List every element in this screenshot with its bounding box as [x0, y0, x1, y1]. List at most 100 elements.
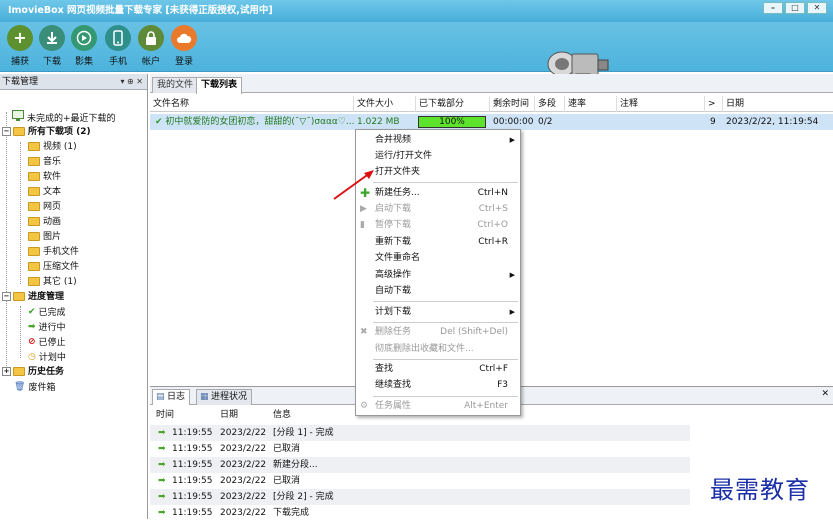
tree-item-progress[interactable]: − 进度管理 [2, 290, 64, 305]
col-count[interactable]: > [705, 96, 723, 112]
window-controls: – □ ✕ [763, 2, 827, 14]
tab-log[interactable]: ▤ 日志 [152, 389, 191, 405]
tree-item-history[interactable]: + 历史任务 [2, 365, 64, 380]
menu-schedule[interactable]: 计划下载 ▶ [356, 304, 520, 320]
menu-start-download[interactable]: ▶ 启动下载 Ctrl+S [356, 201, 520, 217]
col-size[interactable]: 文件大小 [354, 96, 416, 112]
tree-label: 手机文件 [43, 247, 80, 257]
collapse-icon[interactable]: − [2, 292, 11, 301]
log-row: ➡ 11:19:55 2023/2/22 已取消 [150, 441, 690, 457]
row-note [617, 114, 705, 130]
tab-download-list[interactable]: 下载列表 [196, 77, 243, 94]
filename-text: 初中就爱防的女团初恋，甜甜的(˘▽˘)σααα♡... [165, 117, 354, 127]
menu-find-next[interactable]: 继续查找 F3 [356, 377, 520, 393]
tree-item-incomplete[interactable]: 未完成的+最近下载的 [12, 110, 116, 125]
col-downloaded[interactable]: 已下载部分 [416, 96, 490, 112]
login-button[interactable]: 登录 [169, 25, 199, 67]
tree-label: 压缩文件 [43, 262, 80, 272]
tree-label: 进度管理 [28, 292, 65, 302]
close-button[interactable]: ✕ [807, 2, 827, 14]
col-segments[interactable]: 多段 [535, 96, 565, 112]
panel-header: 下载管理 ▾ ⊕ ✕ [0, 74, 147, 90]
tree-item-text[interactable]: 文本 [28, 185, 61, 200]
col-rate[interactable]: 速率 [565, 96, 617, 112]
menu-redownload[interactable]: 重新下载 Ctrl+R [356, 234, 520, 250]
folder-icon [28, 232, 40, 241]
log-icon: ▤ [156, 392, 165, 402]
check-icon: ✔ [28, 307, 36, 317]
download-button[interactable]: 下载 [37, 25, 67, 67]
tree-label: 视频 (1) [43, 142, 77, 152]
log-col-time[interactable]: 时间 [150, 407, 174, 423]
col-remaining[interactable]: 剩余时间 [490, 96, 535, 112]
account-button[interactable]: 帐户 [136, 25, 166, 67]
col-filename[interactable]: 文件名称 [150, 96, 354, 112]
arrow-right-icon: ➡ [158, 476, 166, 486]
panel-title: 下载管理 [2, 77, 39, 87]
trash-icon: 🗑 [14, 382, 26, 392]
tree-item-archives[interactable]: 压缩文件 [28, 260, 79, 275]
col-note[interactable]: 注释 [617, 96, 705, 112]
log-row: ➡ 11:19:55 2023/2/22 新建分段... [150, 457, 690, 473]
tree-item-all-downloads[interactable]: − 所有下载项 (2) [2, 125, 91, 140]
menu-delete-completely[interactable]: 彻底删除出收藏和文件... [356, 341, 520, 357]
tree-label: 废件箱 [28, 383, 56, 393]
menu-run-open-file[interactable]: 运行/打开文件 [356, 148, 520, 164]
capture-button[interactable]: + 捕获 [5, 25, 35, 67]
plus-icon: + [7, 25, 33, 51]
col-date[interactable]: 日期 [723, 96, 833, 112]
log-col-date[interactable]: 日期 [214, 407, 238, 423]
tree-item-other[interactable]: 其它 (1) [28, 275, 77, 290]
album-label: 影集 [74, 57, 93, 67]
tree-item-in-progress[interactable]: ➡ 进行中 [28, 320, 66, 335]
menu-task-properties[interactable]: ⚙ 任务属性 Alt+Enter [356, 398, 520, 414]
expand-icon[interactable]: + [2, 367, 11, 376]
arrow-right-icon: ➡ [158, 444, 166, 454]
album-button[interactable]: 影集 [69, 25, 99, 67]
menu-rename-file[interactable]: 文件重命名 [356, 250, 520, 266]
clock-icon: ◷ [28, 352, 36, 362]
menu-delete-task[interactable]: ✖ 删除任务 Del (Shift+Del) [356, 324, 520, 340]
phone-label: 手机 [108, 57, 127, 67]
tree-item-webpage[interactable]: 网页 [28, 200, 61, 215]
tab-process-status[interactable]: ▦ 进程状况 [196, 389, 253, 405]
arrow-right-icon: ➡ [158, 428, 166, 438]
close-icon[interactable]: ✕ [821, 389, 829, 399]
phone-icon [105, 25, 131, 51]
collapse-icon[interactable]: − [2, 127, 11, 136]
menu-new-task[interactable]: ✚ 新建任务... Ctrl+N [356, 185, 520, 201]
tree-item-stopped[interactable]: ⊘ 已停止 [28, 335, 66, 350]
tree-label: 音乐 [43, 157, 62, 167]
tree-item-video[interactable]: 视频 (1) [28, 140, 77, 155]
tree-label: 计划中 [38, 353, 66, 363]
menu-find[interactable]: 查找 Ctrl+F [356, 361, 520, 377]
play-icon [71, 25, 97, 51]
file-tabs: 我的文件 下载列表 [150, 74, 833, 94]
download-row[interactable]: ✔ 初中就爱防的女团初恋，甜甜的(˘▽˘)σααα♡... 1.022 MB 1… [150, 114, 833, 130]
login-label: 登录 [174, 57, 193, 67]
maximize-button[interactable]: □ [785, 2, 805, 14]
panel-pin-icon[interactable]: ▾ ⊕ ✕ [120, 74, 143, 90]
tree-item-completed[interactable]: ✔ 已完成 [28, 305, 66, 320]
row-filename: ✔ 初中就爱防的女团初恋，甜甜的(˘▽˘)σααα♡... [152, 114, 354, 130]
tree-item-scheduled[interactable]: ◷ 计划中 [28, 350, 66, 365]
tab-my-files[interactable]: 我的文件 [152, 77, 199, 93]
menu-pause-download[interactable]: ▮ 暂停下载 Ctrl+O [356, 217, 520, 233]
tree-item-trash[interactable]: 🗑 废件箱 [14, 380, 55, 395]
tree-item-animation[interactable]: 动画 [28, 215, 61, 230]
menu-auto-download[interactable]: 自动下载 [356, 283, 520, 299]
phone-button[interactable]: 手机 [103, 25, 133, 67]
menu-advanced[interactable]: 高级操作 ▶ [356, 267, 520, 283]
check-icon: ✔ [155, 117, 163, 127]
minimize-button[interactable]: – [763, 2, 783, 14]
title-bar: ImovieBox 网页视频批量下载专家 [未获得正版授权,试用中] – □ ✕ [0, 0, 833, 22]
tree-item-images[interactable]: 图片 [28, 230, 61, 245]
tree-item-music[interactable]: 音乐 [28, 155, 61, 170]
download-icon [39, 25, 65, 51]
log-col-info[interactable]: 信息 [267, 407, 291, 423]
tree-item-software[interactable]: 软件 [28, 170, 61, 185]
tree-item-phone-files[interactable]: 手机文件 [28, 245, 79, 260]
menu-open-folder[interactable]: 打开文件夹 [356, 164, 520, 180]
progress-bar: 100% [418, 116, 486, 128]
menu-merge-video[interactable]: 合并视频 ▶ [356, 132, 520, 148]
